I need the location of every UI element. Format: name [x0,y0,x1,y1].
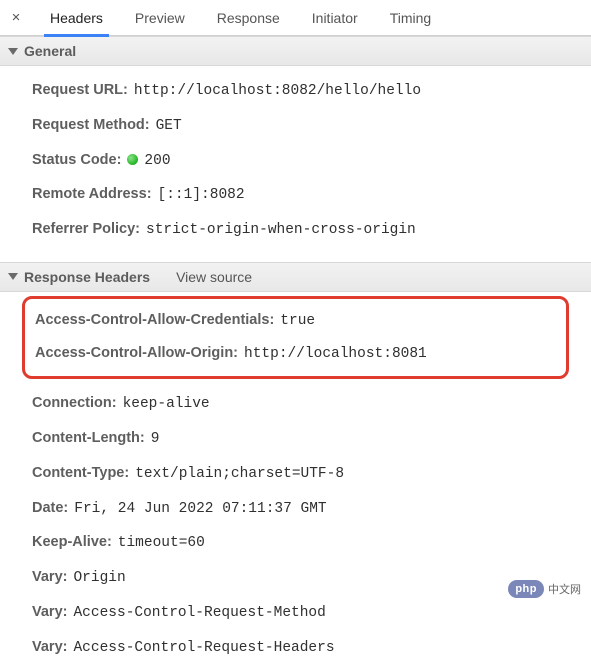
response-headers-rest: Connection: keep-alive Content-Length: 9… [0,385,591,664]
row-vary-1: Vary: Origin [32,561,591,596]
tab-headers[interactable]: Headers [36,0,117,36]
label-content-type: Content-Type: [32,463,129,485]
label-acac: Access-Control-Allow-Credentials: [35,310,274,332]
value-connection: keep-alive [123,394,210,416]
value-referrer-policy: strict-origin-when-cross-origin [146,220,416,242]
tab-preview[interactable]: Preview [121,0,199,36]
value-date: Fri, 24 Jun 2022 07:11:37 GMT [74,499,326,521]
watermark: php 中文网 [508,580,581,598]
row-request-method: Request Method: GET [32,109,591,144]
value-content-length: 9 [151,429,160,451]
highlight-box: Access-Control-Allow-Credentials: true A… [22,296,569,380]
value-request-url: http://localhost:8082/hello/hello [134,81,421,103]
status-dot-green-icon [127,154,138,165]
tab-timing[interactable]: Timing [376,0,446,36]
section-header-response-headers[interactable]: Response Headers View source [0,262,591,292]
tab-bar: × Headers Preview Response Initiator Tim… [0,0,591,36]
label-request-method: Request Method: [32,115,150,137]
value-vary-3: Access-Control-Request-Headers [73,638,334,660]
label-status-code: Status Code: [32,150,121,172]
value-acac: true [280,311,315,333]
label-vary-1: Vary: [32,567,67,589]
watermark-suffix: 中文网 [548,581,581,597]
row-keep-alive: Keep-Alive: timeout=60 [32,526,591,561]
label-remote-address: Remote Address: [32,184,152,206]
row-acac: Access-Control-Allow-Credentials: true [35,305,556,338]
row-acao: Access-Control-Allow-Origin: http://loca… [35,338,556,371]
section-title-response-headers: Response Headers [24,269,150,285]
section-title-general: General [24,43,76,59]
value-request-method: GET [156,116,182,138]
label-connection: Connection: [32,393,117,415]
php-badge-icon: php [508,580,544,598]
value-status-code: 200 [127,151,170,173]
response-headers-block: Access-Control-Allow-Credentials: true A… [0,296,591,664]
label-vary-3: Vary: [32,637,67,659]
general-block: Request URL: http://localhost:8082/hello… [0,66,591,262]
row-request-url: Request URL: http://localhost:8082/hello… [32,74,591,109]
tab-initiator[interactable]: Initiator [298,0,372,36]
close-icon[interactable]: × [6,8,26,28]
value-content-type: text/plain;charset=UTF-8 [135,464,344,486]
row-content-length: Content-Length: 9 [32,422,591,457]
row-referrer-policy: Referrer Policy: strict-origin-when-cros… [32,213,591,248]
label-vary-2: Vary: [32,602,67,624]
value-acao: http://localhost:8081 [244,344,427,366]
value-vary-1: Origin [73,568,125,590]
label-referrer-policy: Referrer Policy: [32,219,140,241]
label-keep-alive: Keep-Alive: [32,532,112,554]
label-content-length: Content-Length: [32,428,145,450]
value-keep-alive: timeout=60 [118,533,205,555]
row-connection: Connection: keep-alive [32,387,591,422]
label-request-url: Request URL: [32,80,128,102]
label-date: Date: [32,498,68,520]
row-vary-3: Vary: Access-Control-Request-Headers [32,631,591,664]
chevron-down-icon [8,273,18,280]
section-header-general[interactable]: General [0,36,591,66]
row-date: Date: Fri, 24 Jun 2022 07:11:37 GMT [32,492,591,527]
row-status-code: Status Code: 200 [32,144,591,179]
row-remote-address: Remote Address: [::1]:8082 [32,178,591,213]
row-content-type: Content-Type: text/plain;charset=UTF-8 [32,457,591,492]
chevron-down-icon [8,48,18,55]
row-vary-2: Vary: Access-Control-Request-Method [32,596,591,631]
value-status-code-text: 200 [144,153,170,169]
view-source-link[interactable]: View source [176,269,252,285]
value-remote-address: [::1]:8082 [158,185,245,207]
label-acao: Access-Control-Allow-Origin: [35,343,238,365]
tab-response[interactable]: Response [203,0,294,36]
